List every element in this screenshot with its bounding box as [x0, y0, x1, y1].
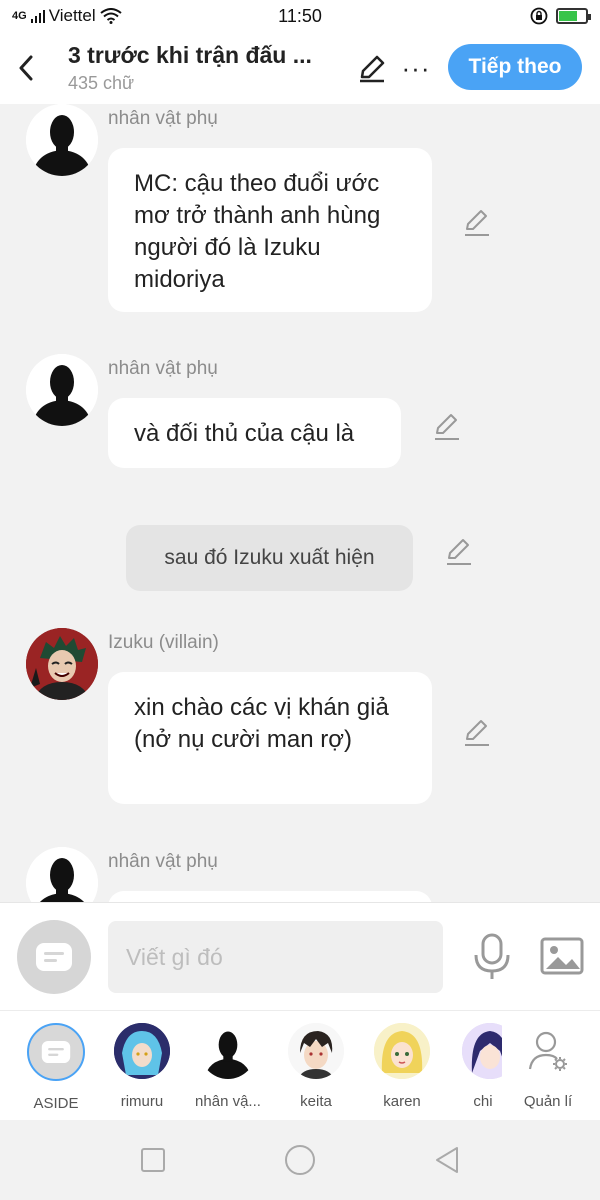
rotation-lock-icon	[530, 7, 548, 25]
character-label: rimuru	[120, 1093, 164, 1110]
status-bar: 4G Viettel 11:50	[0, 0, 600, 32]
character-label: nhân vậ...	[195, 1093, 261, 1110]
network-type: 4G	[12, 10, 27, 22]
izuku-portrait	[26, 628, 98, 700]
triangle-back-icon	[435, 1147, 458, 1173]
more-icon: ···	[401, 52, 431, 83]
chi-avatar	[462, 1023, 502, 1079]
rimuru-avatar	[114, 1023, 170, 1079]
sender-name: nhân vật phụ	[108, 358, 218, 379]
sender-name: nhân vật phụ	[108, 108, 218, 129]
sender-name: nhân vật phụ	[108, 851, 218, 872]
input-bar	[0, 902, 600, 1010]
chi-portrait	[462, 1023, 502, 1079]
home-button[interactable]	[280, 1140, 320, 1180]
battery-icon	[556, 8, 591, 24]
silhouette-avatar[interactable]	[26, 847, 98, 902]
silhouette-avatar[interactable]	[26, 104, 98, 176]
keita-portrait	[288, 1023, 344, 1079]
back-nav-button[interactable]	[427, 1140, 467, 1180]
message-bubble[interactable]: và đối thủ của cậu là	[108, 398, 401, 468]
character-nhan-vat-phu[interactable]: nhân vậ...	[190, 1023, 266, 1110]
status-right	[530, 7, 591, 25]
recents-button[interactable]	[133, 1140, 173, 1180]
chat-area[interactable]: nhân vật phụ MC: cậu theo đuổi ước mơ tr…	[0, 104, 600, 902]
chevron-left-icon	[19, 55, 33, 81]
app-header: 3 trước khi trận đấu ... 435 chữ ··· Tiế…	[0, 32, 600, 104]
character-label: ASIDE	[33, 1095, 79, 1112]
wifi-icon	[100, 8, 122, 24]
karen-portrait	[374, 1023, 430, 1079]
silhouette-icon	[26, 104, 98, 176]
battery-level	[559, 11, 578, 21]
more-button[interactable]: ···	[396, 48, 436, 88]
square-icon	[141, 1148, 166, 1172]
message-input[interactable]	[108, 921, 443, 993]
next-button[interactable]: Tiếp theo	[448, 44, 582, 90]
page-title: 3 trước khi trận đấu ...	[68, 42, 312, 68]
sender-name: Izuku (villain)	[108, 632, 219, 653]
aside-toggle-button[interactable]	[17, 920, 91, 994]
pencil-icon	[360, 55, 385, 83]
status-left: 4G Viettel	[12, 6, 530, 26]
message-bubble[interactable]: xin chào các vị khán giả (nở nụ cười man…	[108, 672, 432, 804]
character-chi[interactable]: chi	[446, 1023, 502, 1110]
aside-avatar	[27, 1023, 85, 1081]
message-bubble[interactable]: MC: cậu theo đuổi ước mơ trở thành anh h…	[108, 148, 432, 312]
title-block: 3 trước khi trận đấu ... 435 chữ	[52, 42, 342, 94]
chat-bubble-icon	[36, 943, 72, 971]
character-picker: ASIDE rimuru nhân vậ... keita karen chi …	[0, 1010, 600, 1120]
manage-avatar	[520, 1023, 576, 1079]
keita-avatar	[288, 1023, 344, 1079]
character-label: chi	[473, 1093, 493, 1110]
karen-avatar	[374, 1023, 430, 1079]
edit-message-icon[interactable]	[462, 718, 492, 748]
rimuru-portrait	[114, 1023, 170, 1079]
silhouette-icon	[200, 1023, 256, 1079]
carrier-name: Viettel	[48, 6, 96, 25]
system-nav-bar	[0, 1120, 600, 1200]
message-bubble[interactable]	[108, 891, 432, 902]
character-label: Quản lí	[523, 1093, 573, 1110]
character-label: keita	[300, 1093, 332, 1110]
image-icon[interactable]	[540, 937, 584, 977]
silhouette-avatar	[200, 1023, 256, 1079]
character-label: karen	[383, 1093, 421, 1110]
character-aside[interactable]: ASIDE	[18, 1023, 94, 1112]
circle-icon	[284, 1145, 315, 1175]
edit-message-icon[interactable]	[432, 412, 462, 442]
aside-bubble[interactable]: sau đó Izuku xuất hiện	[126, 525, 413, 591]
character-rimuru[interactable]: rimuru	[104, 1023, 180, 1110]
edit-message-icon[interactable]	[444, 537, 474, 567]
edit-message-icon[interactable]	[462, 208, 492, 238]
signal-icon	[30, 10, 45, 23]
user-settings-icon	[528, 1031, 567, 1071]
back-button[interactable]	[0, 32, 52, 104]
silhouette-avatar[interactable]	[26, 354, 98, 426]
silhouette-icon	[26, 847, 98, 902]
chat-bubble-icon	[41, 1040, 71, 1064]
manage-characters[interactable]: Quản lí	[508, 1023, 588, 1110]
microphone-icon[interactable]	[472, 933, 512, 981]
character-karen[interactable]: karen	[364, 1023, 440, 1110]
izuku-avatar[interactable]	[26, 628, 98, 700]
character-keita[interactable]: keita	[278, 1023, 354, 1110]
word-count: 435 chữ	[68, 73, 135, 93]
edit-title-button[interactable]	[352, 48, 392, 88]
silhouette-icon	[26, 354, 98, 426]
